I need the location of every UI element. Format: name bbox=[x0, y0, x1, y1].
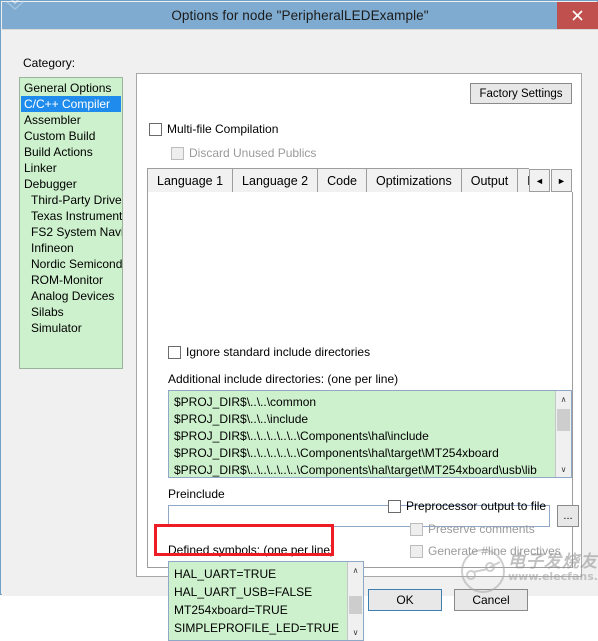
ignore-standard-includes-checkbox[interactable] bbox=[168, 345, 181, 359]
preserve-comments-label: Preserve comments bbox=[428, 522, 535, 536]
discard-unused-publics-checkbox bbox=[171, 146, 184, 160]
category-item-simulator[interactable]: Simulator bbox=[20, 320, 122, 336]
preserve-comments-row: Preserve comments bbox=[410, 522, 535, 536]
generate-line-directives-row: Generate #line directives bbox=[410, 544, 561, 558]
chevron-right-icon: ► bbox=[557, 175, 566, 186]
close-icon bbox=[572, 10, 583, 21]
text-line: $PROJ_DIR$\..\..\..\..\..\Components\hal… bbox=[174, 463, 537, 477]
factory-settings-button[interactable]: Factory Settings bbox=[470, 83, 572, 104]
scroll-up-icon[interactable]: ∧ bbox=[348, 562, 363, 578]
preprocessor-output-checkbox[interactable] bbox=[388, 499, 401, 513]
include-dirs-scroll-thumb[interactable] bbox=[557, 409, 570, 431]
scroll-down-icon[interactable]: ∨ bbox=[348, 624, 363, 640]
category-item-silabs[interactable]: Silabs bbox=[20, 304, 122, 320]
window-title: Options for node "PeripheralLEDExample" bbox=[171, 8, 429, 23]
tab-page-content: Ignore standard include directories Addi… bbox=[147, 192, 579, 641]
category-item-rom-monitor[interactable]: ROM-Monitor bbox=[20, 272, 122, 288]
tab-output[interactable]: Output bbox=[460, 168, 518, 193]
tab-list[interactable]: Language 1 Language 2 Code Optimizations Out… bbox=[147, 168, 557, 193]
text-line: $PROJ_DIR$\..\..\include bbox=[174, 412, 309, 426]
app-icon bbox=[5, 0, 25, 11]
text-line: HAL_UART_USB=FALSE bbox=[174, 585, 313, 599]
chevron-left-icon: ◄ bbox=[535, 175, 544, 186]
tab-strip: Language 1 Language 2 Code Optimizations Out… bbox=[147, 168, 573, 193]
text-line: MT254xboard=TRUE bbox=[174, 603, 288, 617]
multifile-compilation-label: Multi-file Compilation bbox=[167, 122, 279, 136]
additional-include-dirs-label: Additional include directories: (one per… bbox=[168, 372, 399, 386]
category-item-general-options[interactable]: General Options bbox=[20, 80, 122, 96]
defined-symbols-lines: HAL_UART=TRUE HAL_UART_USB=FALSE MT254xboa… bbox=[169, 562, 363, 637]
preprocessor-output-label: Preprocessor output to file bbox=[406, 499, 547, 513]
category-item-c-c-compiler[interactable]: C/C++ Compiler bbox=[21, 96, 121, 112]
category-item-texas-instruments[interactable]: Texas Instruments bbox=[20, 208, 122, 224]
category-item-build-actions[interactable]: Build Actions bbox=[20, 144, 122, 160]
preprocessor-output-row[interactable]: Preprocessor output to file bbox=[388, 499, 546, 513]
preinclude-label: Preinclude bbox=[168, 487, 225, 501]
category-item-third-party-driver[interactable]: Third-Party Driver bbox=[20, 192, 122, 208]
tab-scroll-prev-button[interactable]: ◄ bbox=[529, 169, 550, 192]
category-item-fs2-system-navigator[interactable]: FS2 System Navigator bbox=[20, 224, 122, 240]
multifile-compilation-checkbox[interactable] bbox=[149, 122, 162, 136]
text-line: $PROJ_DIR$\..\..\common bbox=[174, 395, 317, 409]
title-bar: Options for node "PeripheralLEDExample" bbox=[2, 0, 598, 29]
category-item-custom-build[interactable]: Custom Build bbox=[20, 128, 122, 144]
defined-symbols-label: Defined symbols: (one per line) bbox=[168, 543, 335, 557]
tab-scroll-buttons: ◄ ► bbox=[529, 168, 573, 193]
cancel-button[interactable]: Cancel bbox=[454, 589, 528, 611]
category-item-assembler[interactable]: Assembler bbox=[20, 112, 122, 128]
include-dirs-scrollbar[interactable]: ∧ ∨ bbox=[555, 391, 571, 477]
generate-line-directives-label: Generate #line directives bbox=[428, 544, 561, 558]
generate-line-directives-checkbox bbox=[410, 544, 423, 558]
tab-language-1[interactable]: Language 1 bbox=[147, 168, 233, 193]
defined-symbols-scroll-thumb[interactable] bbox=[349, 596, 362, 614]
category-label: Category: bbox=[23, 56, 76, 70]
tab-language-2[interactable]: Language 2 bbox=[232, 168, 318, 193]
close-button[interactable] bbox=[557, 2, 598, 29]
client-area: Category: General Options C/C++ Compiler A… bbox=[2, 29, 598, 641]
settings-panel: Factory Settings Multi-file Compilation … bbox=[136, 73, 582, 641]
ignore-standard-includes-row[interactable]: Ignore standard include directories bbox=[168, 345, 370, 359]
tab-optimizations[interactable]: Optimizations bbox=[365, 168, 461, 193]
tab-scroll-next-button[interactable]: ► bbox=[551, 169, 572, 192]
multifile-compilation-row[interactable]: Multi-file Compilation bbox=[149, 122, 278, 136]
additional-include-dirs-textarea[interactable]: $PROJ_DIR$\..\..\common $PROJ_DIR$\..\..\… bbox=[168, 390, 572, 478]
ignore-standard-includes-label: Ignore standard include directories bbox=[186, 345, 371, 359]
category-item-infineon[interactable]: Infineon bbox=[20, 240, 122, 256]
category-item-analog-devices[interactable]: Analog Devices bbox=[20, 288, 122, 304]
scroll-up-icon[interactable]: ∧ bbox=[556, 391, 571, 407]
text-line: $PROJ_DIR$\..\..\..\..\..\Components\hal… bbox=[174, 429, 429, 443]
options-dialog: Options for node "PeripheralLEDExample" … bbox=[0, 0, 598, 641]
text-line: SIMPLEPROFILE_LED=TRUE bbox=[174, 621, 340, 635]
scroll-down-icon[interactable]: ∨ bbox=[556, 461, 571, 477]
defined-symbols-textarea[interactable]: HAL_UART=TRUE HAL_UART_USB=FALSE MT254xboa… bbox=[168, 561, 364, 641]
category-item-nordic-semiconductor[interactable]: Nordic Semiconductor bbox=[20, 256, 122, 272]
discard-unused-publics-label: Discard Unused Publics bbox=[189, 146, 317, 160]
preserve-comments-checkbox bbox=[410, 522, 423, 536]
ok-button[interactable]: OK bbox=[368, 589, 442, 611]
discard-unused-publics-row: Discard Unused Publics bbox=[171, 146, 316, 160]
preinclude-browse-button[interactable]: ... bbox=[557, 505, 579, 527]
category-list[interactable]: General Options C/C++ Compiler Assembler Cu… bbox=[19, 77, 123, 369]
defined-symbols-scrollbar[interactable]: ∧ ∨ bbox=[347, 562, 363, 640]
text-line: $PROJ_DIR$\..\..\..\..\..\Components\hal… bbox=[174, 446, 499, 460]
tab-code[interactable]: Code bbox=[317, 168, 366, 193]
category-item-debugger[interactable]: Debugger bbox=[20, 176, 122, 192]
text-line: HAL_UART=TRUE bbox=[174, 567, 277, 581]
category-item-linker[interactable]: Linker bbox=[20, 160, 122, 176]
additional-include-dirs-lines: $PROJ_DIR$\..\..\common $PROJ_DIR$\..\..\… bbox=[169, 391, 571, 477]
